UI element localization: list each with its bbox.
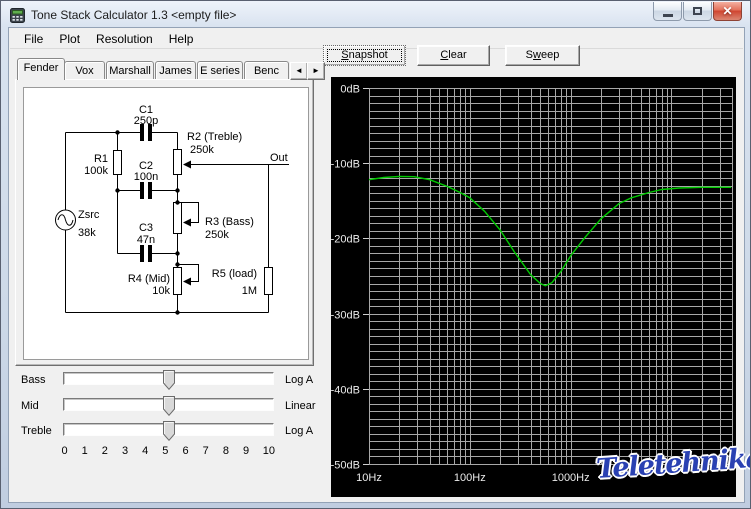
slider-row-mid: Mid Linear [9, 396, 329, 418]
taper-label-treble: Log A [285, 425, 314, 437]
y-tick-label: -50dB [331, 460, 360, 472]
scale-number: 6 [182, 445, 189, 457]
c3-name: C3 [139, 222, 153, 234]
y-tick-label: -20dB [331, 234, 360, 246]
menu-plot[interactable]: Plot [51, 30, 88, 48]
x-tick-label: 100Hz [454, 472, 486, 484]
x-tick-label: 1000Hz [552, 472, 590, 484]
menu-file[interactable]: File [16, 30, 51, 48]
zsrc-name: Zsrc [78, 209, 100, 221]
left-arrow-icon: ◄ [295, 66, 303, 75]
close-button[interactable]: ✕ [713, 2, 742, 21]
mid-slider[interactable] [63, 396, 274, 417]
snapshot-button[interactable]: Snapshot [323, 45, 406, 66]
scale-number: 10 [262, 445, 275, 457]
r2-name: R2 (Treble) [187, 131, 242, 143]
bass-slider[interactable] [63, 370, 274, 391]
y-tick-label: -10dB [331, 159, 360, 171]
slider-row-bass: Bass Log A [9, 370, 329, 392]
pot-wiper-arrows [183, 160, 191, 286]
tab-james[interactable]: James [155, 61, 196, 79]
r5-name: R5 (load) [212, 268, 257, 280]
zsrc-value: 38k [78, 227, 96, 239]
tab-benc[interactable]: Benc [244, 61, 289, 79]
source-symbol [55, 209, 76, 231]
right-arrow-icon: ► [312, 66, 320, 75]
tab-scroll-right-button[interactable]: ► [307, 62, 325, 80]
taper-label-bass: Log A [285, 374, 314, 386]
tab-scroll-left-button[interactable]: ◄ [290, 62, 308, 80]
frequency-response-plot: 0dB -10dB -20dB -30dB -40dB -50dB 10Hz 100Hz 100… [331, 77, 736, 497]
r5-value: 1M [242, 285, 257, 297]
r4-value: 10k [152, 285, 170, 297]
window-controls: ✕ [653, 2, 742, 21]
treble-slider-thumb[interactable] [162, 421, 175, 442]
y-tick-label: -30dB [331, 310, 360, 322]
scale-number: 8 [222, 445, 229, 457]
r3-name: R3 (Bass) [205, 216, 254, 228]
scale-number: 3 [121, 445, 129, 457]
slider-row-treble: Treble Log A [9, 421, 329, 443]
y-tick-label: -40dB [331, 385, 360, 397]
window-title: Tone Stack Calculator 1.3 <empty file> [31, 8, 237, 22]
app-window: Tone Stack Calculator 1.3 <empty file> ✕… [0, 0, 751, 509]
circuit-schematic[interactable]: C1 250p R2 (Treble) 250k Out R1 100k C2 … [23, 87, 309, 360]
client-area: File Plot Resolution Help Fender Vox Marshall… [9, 28, 750, 502]
treble-slider[interactable] [63, 421, 274, 442]
tab-vox[interactable]: Vox [64, 61, 105, 79]
menu-resolution[interactable]: Resolution [88, 30, 161, 48]
maximize-icon [693, 7, 702, 15]
r1-name: R1 [94, 153, 108, 165]
focus-rectangle [327, 49, 402, 62]
tab-marshall[interactable]: Marshall [106, 61, 154, 79]
bass-slider-thumb[interactable] [162, 370, 175, 391]
scale-number: 2 [101, 445, 108, 457]
scale-number: 0 [61, 445, 68, 457]
close-icon: ✕ [722, 4, 733, 18]
tab-e-series[interactable]: E series [197, 61, 243, 79]
app-icon[interactable] [10, 7, 25, 23]
scale-number: 5 [162, 445, 169, 457]
clear-button[interactable]: Clear [417, 45, 490, 66]
c3-value: 47n [137, 234, 155, 246]
c2-value: 100n [134, 171, 158, 183]
scale-number: 9 [242, 445, 250, 457]
menu-help[interactable]: Help [161, 30, 202, 48]
r2-value: 250k [190, 144, 214, 156]
out-label: Out [270, 152, 288, 164]
slider-label-mid: Mid [21, 400, 39, 412]
r3-value: 250k [205, 229, 229, 241]
r1-value: 100k [84, 165, 108, 177]
slider-label-bass: Bass [21, 374, 46, 386]
tab-strip: Fender Vox Marshall James E series Benc [15, 58, 314, 80]
scale-number: 7 [202, 445, 209, 457]
scale-number: 4 [142, 445, 149, 457]
c1-value: 250p [134, 115, 158, 127]
slider-scale: 0 1 2 3 4 5 6 7 8 9 10 [61, 445, 275, 457]
title-bar[interactable]: Tone Stack Calculator 1.3 <empty file> ✕ [2, 2, 749, 28]
sweep-button[interactable]: Sweep [505, 45, 580, 66]
taper-label-mid: Linear [285, 400, 316, 412]
r4-name: R4 (Mid) [128, 273, 170, 285]
tab-fender[interactable]: Fender [17, 58, 65, 80]
mid-slider-thumb[interactable] [162, 396, 175, 417]
scale-number: 1 [81, 445, 88, 457]
y-tick-label: 0dB [340, 84, 360, 96]
x-tick-label: 10Hz [356, 472, 382, 484]
minimize-button[interactable] [653, 2, 682, 21]
slider-label-treble: Treble [21, 425, 52, 437]
maximize-button[interactable] [683, 2, 712, 21]
minimize-icon [662, 13, 673, 17]
